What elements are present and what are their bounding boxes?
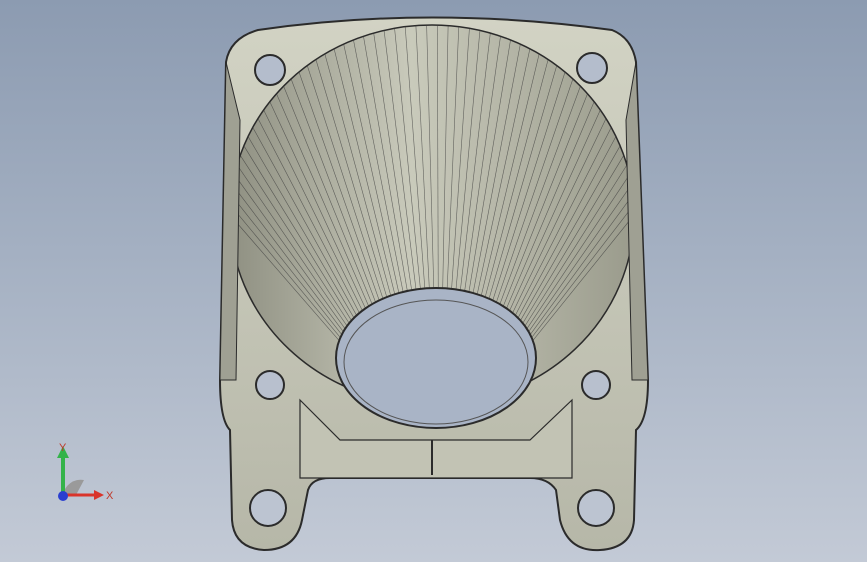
left-wall <box>219 61 241 381</box>
mount-hole-mid-left <box>255 370 285 400</box>
mount-hole-top-left <box>254 54 286 86</box>
x-axis-label: X <box>106 490 114 502</box>
z-axis-dot <box>58 491 68 501</box>
x-axis-head <box>94 490 104 500</box>
part-model[interactable] <box>0 0 867 562</box>
mount-hole-top-right <box>576 52 608 84</box>
mount-hole-bottom-right <box>577 489 615 527</box>
mount-hole-bottom-left <box>249 489 287 527</box>
graphics-viewport[interactable]: Y X <box>0 0 867 562</box>
bore-hole <box>335 287 537 429</box>
coordinate-triad: Y X <box>57 442 114 502</box>
mount-hole-mid-right <box>581 370 611 400</box>
y-axis-label: Y <box>59 442 67 454</box>
